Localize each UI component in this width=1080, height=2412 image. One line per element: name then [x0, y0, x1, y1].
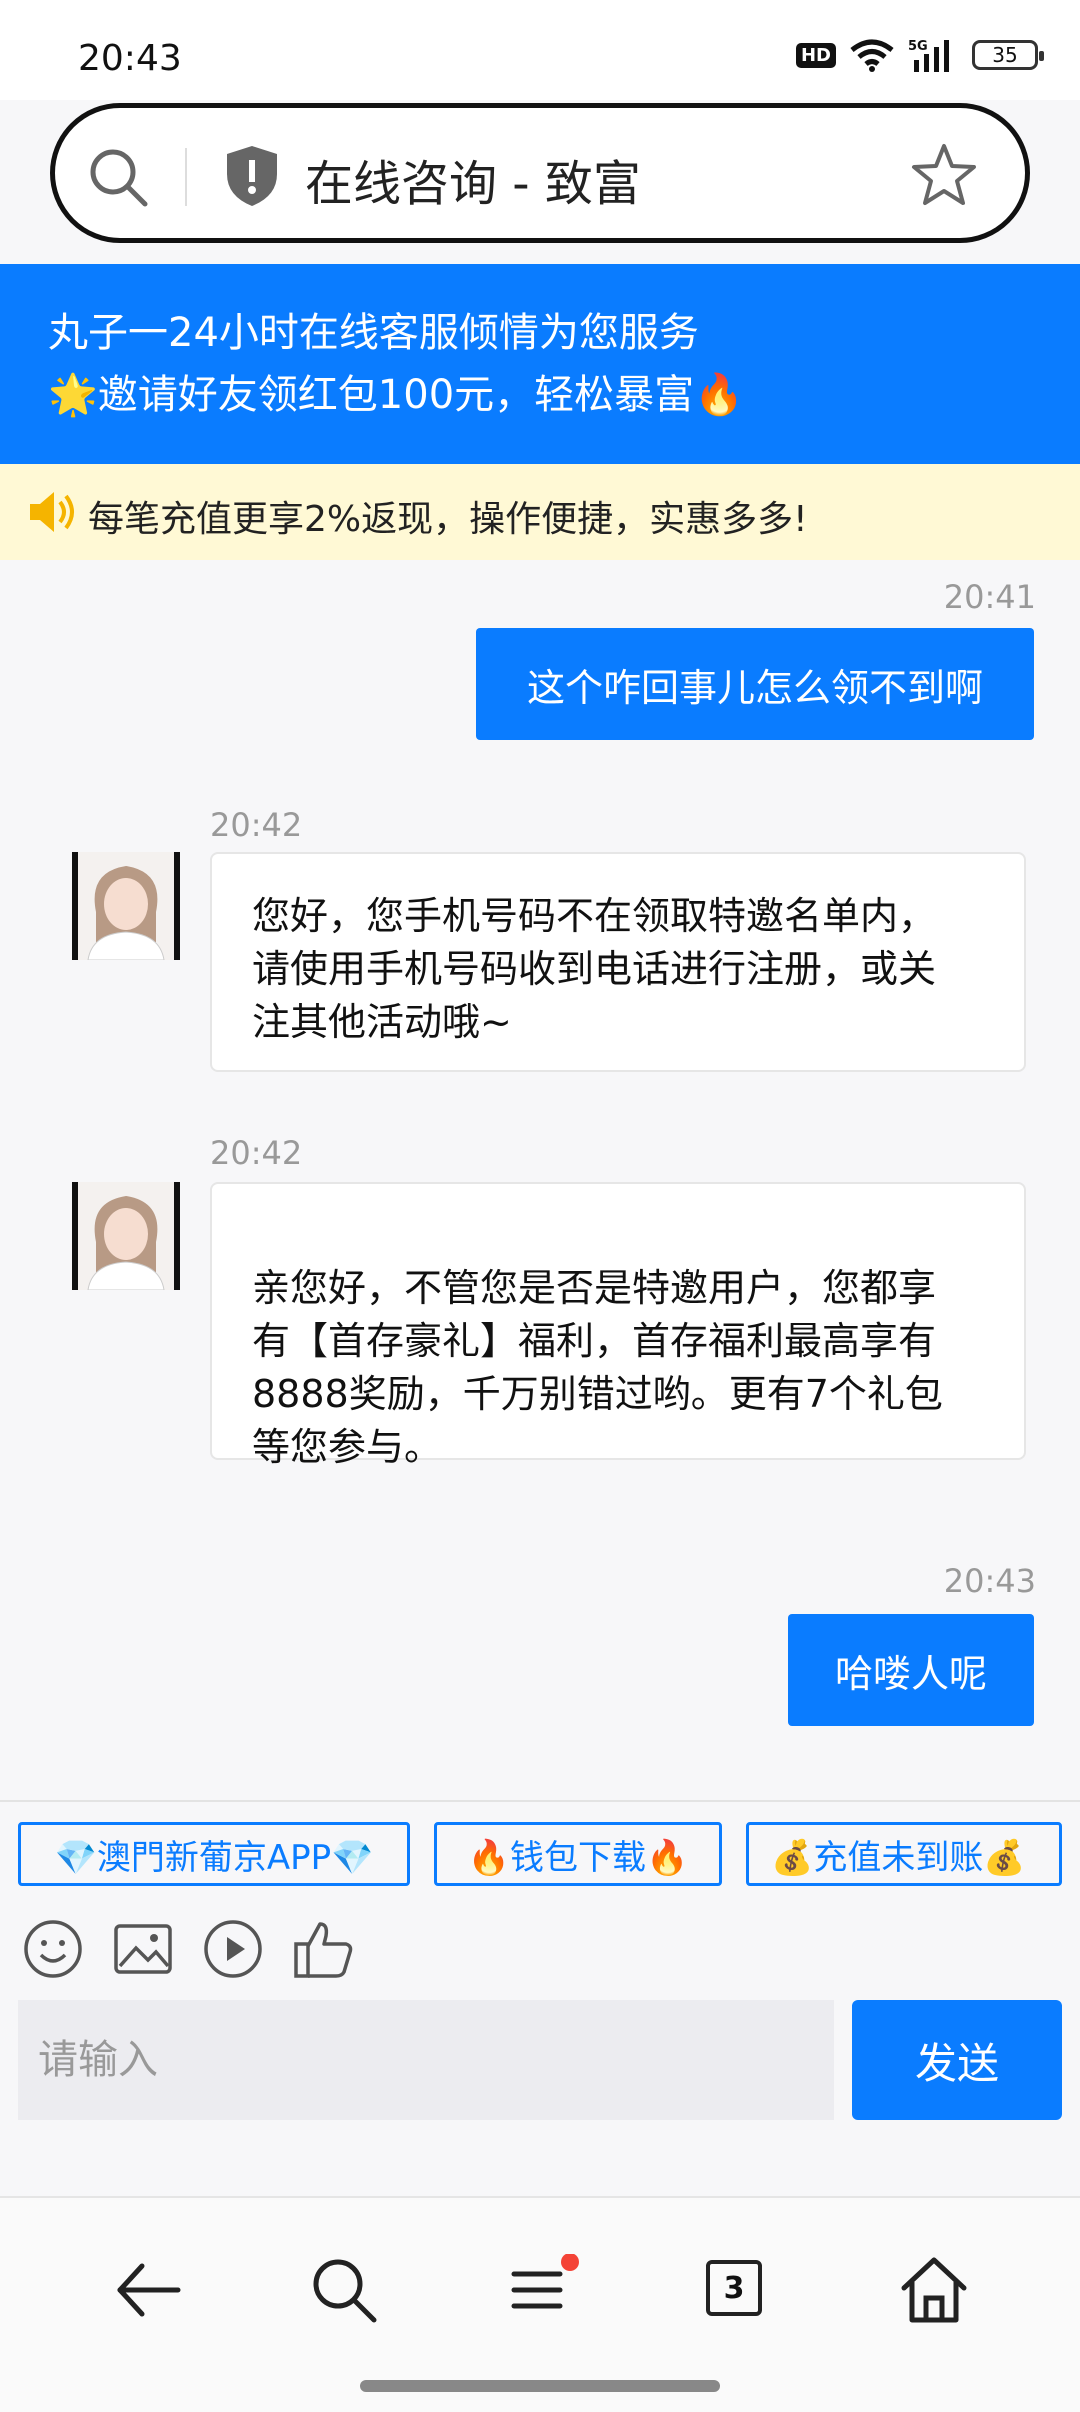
message-line: 8888奖励，千万别错过哟。更有7个礼包 [252, 1372, 943, 1416]
quick-reply-chip[interactable]: 🔥钱包下载🔥 [434, 1822, 722, 1886]
hd-icon: HD [795, 42, 836, 68]
message-time: 20:42 [210, 1134, 303, 1172]
composer: 发送 [0, 2000, 1080, 2124]
home-icon[interactable] [898, 2254, 970, 2326]
message-time: 20:42 [210, 806, 303, 844]
message-line: 有【首存豪礼】福利，首存福利最高享有 [252, 1319, 937, 1363]
agent-avatar[interactable] [72, 1182, 180, 1290]
notice-text: 每笔充值更享2%返现，操作便捷，实惠多多! [88, 499, 808, 540]
message-line: 注其他活动哦~ [252, 1000, 512, 1044]
thumbs-up-icon[interactable] [292, 1918, 356, 1980]
shield-icon[interactable] [223, 144, 281, 208]
composer-tools [0, 1900, 1080, 2000]
chat-area[interactable]: 20:41 这个咋回事儿怎么领不到啊 20:42 您好，您手机号码不在领取特邀名… [0, 560, 1080, 1800]
service-banner: 丸子一24小时在线客服倾情为您服务 🌟邀请好友领红包100元，轻松暴富🔥 [0, 264, 1080, 464]
message-line: 请使用手机号码收到电话进行注册，或关 [252, 947, 937, 991]
address-bar[interactable]: 在线咨询 - 致富 [50, 103, 1030, 243]
star-icon[interactable] [911, 142, 977, 208]
video-icon[interactable] [202, 1918, 264, 1980]
message-time: 20:41 [943, 578, 1036, 616]
emoji-icon[interactable] [22, 1918, 84, 1980]
quick-reply-chip[interactable]: 💰充值未到账💰 [746, 1822, 1062, 1886]
message-line: 等您参与。 [252, 1425, 443, 1469]
signal-5g-icon: 5G [908, 39, 949, 72]
notice-bar: 每笔充值更享2%返现，操作便捷，实惠多多! [0, 464, 1080, 560]
speaker-icon [30, 492, 74, 532]
incoming-message[interactable]: 您好，您手机号码不在领取特邀名单内， 请使用手机号码收到电话进行注册，或关 注其… [210, 852, 1026, 1072]
status-bar: 20:43 HD 5G 35 [0, 0, 1080, 100]
page-title[interactable]: 在线咨询 - 致富 [305, 144, 641, 214]
address-divider [185, 148, 187, 206]
image-icon[interactable] [112, 1918, 174, 1980]
message-line: 您好，您手机号码不在领取特邀名单内， [252, 894, 937, 938]
back-icon[interactable] [112, 2254, 184, 2326]
status-time: 20:43 [78, 38, 182, 79]
net-label: 5G [908, 39, 928, 54]
agent-avatar[interactable] [72, 852, 180, 960]
banner-line-1: 丸子一24小时在线客服倾情为您服务 [48, 310, 699, 356]
outgoing-message[interactable]: 这个咋回事儿怎么领不到啊 [476, 628, 1034, 740]
banner-line-2: 🌟邀请好友领红包100元，轻松暴富🔥 [48, 372, 744, 418]
menu-icon[interactable] [502, 2254, 582, 2326]
send-button[interactable]: 发送 [852, 2000, 1062, 2120]
gesture-bar[interactable] [360, 2380, 720, 2392]
battery-icon: 35 [972, 40, 1044, 70]
message-input[interactable] [18, 2000, 834, 2120]
avatar-image [78, 1182, 174, 1290]
quick-reply-chip[interactable]: 💎澳門新葡京APP💎 [18, 1822, 410, 1886]
avatar-image [78, 852, 174, 960]
tabs-count-button[interactable]: 3 [706, 2260, 762, 2316]
search-icon[interactable] [308, 2254, 380, 2326]
wifi-icon [850, 39, 894, 72]
search-icon[interactable] [87, 146, 151, 210]
outgoing-message[interactable]: 哈喽人呢 [788, 1614, 1034, 1726]
quick-replies: 💎澳門新葡京APP💎 🔥钱包下载🔥 💰充值未到账💰 [0, 1800, 1080, 1900]
status-icons: HD 5G 35 [795, 38, 1044, 72]
message-time: 20:43 [943, 1562, 1036, 1600]
incoming-message[interactable]: 亲您好，不管您是否是特邀用户，您都享 有【首存豪礼】福利，首存福利最高享有 88… [210, 1182, 1026, 1469]
message-line: 亲您好，不管您是否是特邀用户，您都享 [252, 1266, 937, 1310]
